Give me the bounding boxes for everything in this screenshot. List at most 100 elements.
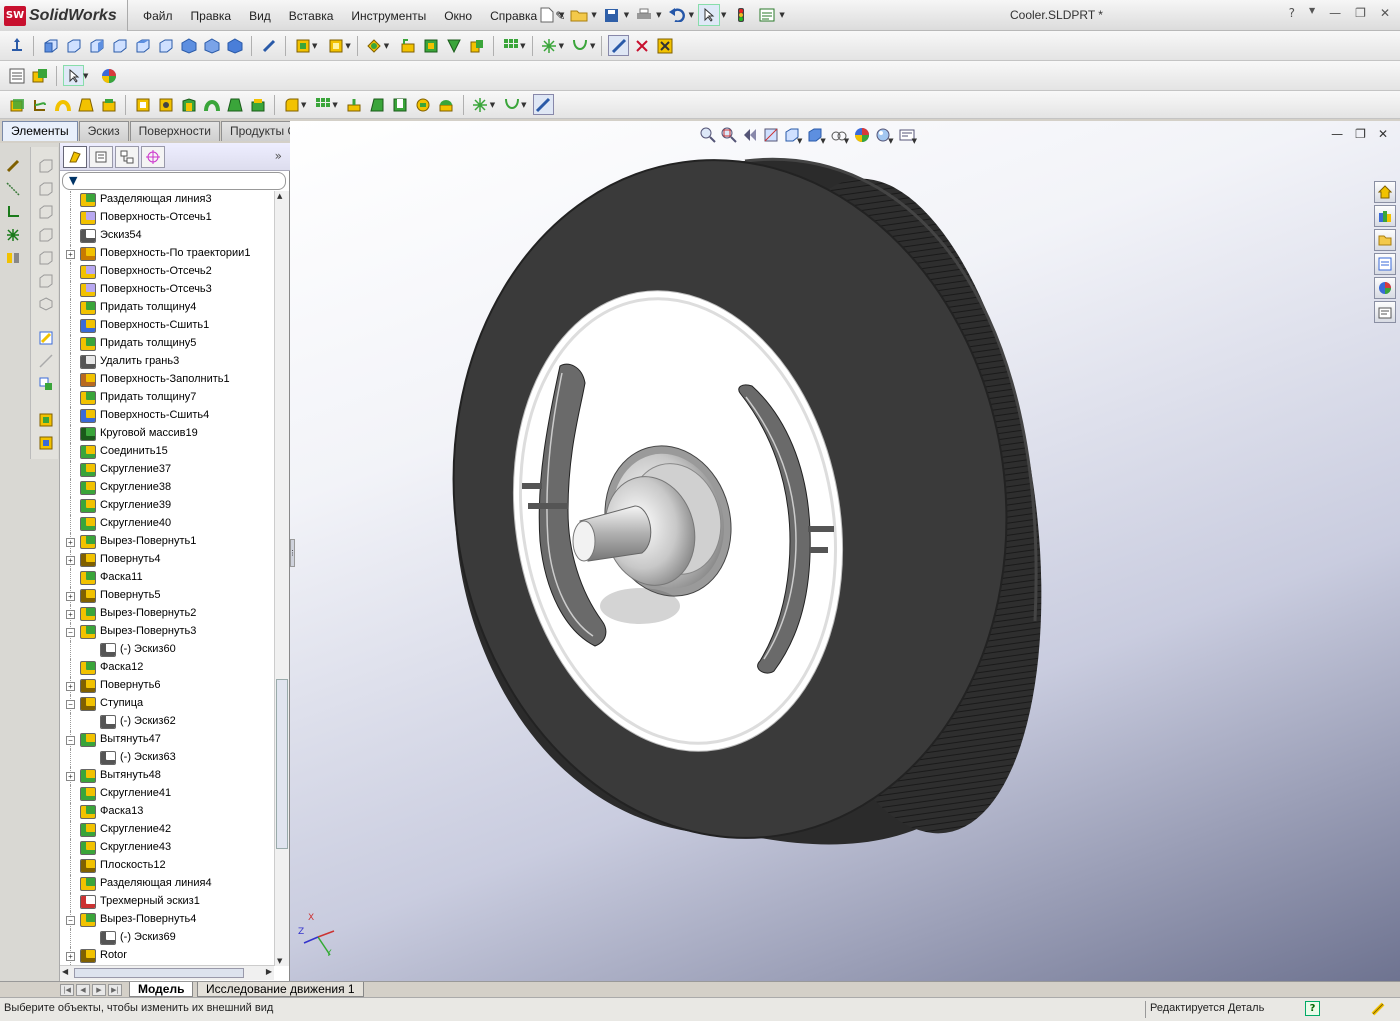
- feature-tree-item[interactable]: (-) Эскиз62: [60, 713, 274, 731]
- extrude-boss-icon[interactable]: [325, 35, 346, 56]
- design-library-icon[interactable]: [1374, 205, 1396, 227]
- feature-tree-item[interactable]: − Вырез-Повернуть4: [60, 911, 274, 929]
- scrollbar-thumb[interactable]: [276, 679, 288, 849]
- lofted-boss-icon[interactable]: [75, 94, 96, 115]
- feature-tree-item[interactable]: Круговой массив19: [60, 425, 274, 443]
- undo-icon[interactable]: [666, 4, 688, 26]
- feature-tree-item[interactable]: (-) Эскиз60: [60, 641, 274, 659]
- feature-tree-item[interactable]: Соединить15: [60, 443, 274, 461]
- feature-tree-item[interactable]: Поверхность-Сшить4: [60, 407, 274, 425]
- tab-features[interactable]: Элементы: [2, 121, 78, 141]
- feature-tree-item[interactable]: Разделяющая линия3: [60, 191, 274, 209]
- wrap-icon[interactable]: [413, 94, 434, 115]
- axis-icon[interactable]: [4, 203, 22, 221]
- tree-expander-icon[interactable]: +: [66, 610, 75, 619]
- view-cube-icon[interactable]: [37, 180, 55, 198]
- tree-filter-input[interactable]: ▼: [62, 172, 286, 190]
- wheel-model-render[interactable]: [290, 121, 1400, 982]
- mate-reference-icon[interactable]: [4, 249, 22, 267]
- open-folder-icon[interactable]: [568, 4, 590, 26]
- tree-expander-icon[interactable]: −: [66, 916, 75, 925]
- first-tab-arrow-icon[interactable]: |◀: [60, 984, 74, 996]
- feature-tree-item[interactable]: (-) Эскиз63: [60, 749, 274, 767]
- revolve-feature-icon[interactable]: [397, 35, 418, 56]
- menu-insert[interactable]: Вставка: [280, 9, 343, 23]
- view-cube-icon[interactable]: [37, 226, 55, 244]
- isometric-view-icon[interactable]: [178, 35, 199, 56]
- tree-expander-icon[interactable]: +: [66, 250, 75, 259]
- feature-tree-item[interactable]: Фаска11: [60, 569, 274, 587]
- sweep-boss-icon[interactable]: [292, 35, 313, 56]
- hole-wizard-icon[interactable]: [155, 94, 176, 115]
- reference-geometry-icon[interactable]: [539, 35, 560, 56]
- graphics-area[interactable]: ⋮ ▼ ▼ ▼ ▼ ▼ — ❐ ✕ X Z Y: [290, 121, 1400, 982]
- feature-tree-item[interactable]: + Повернуть6: [60, 677, 274, 695]
- save-icon[interactable]: [601, 4, 623, 26]
- view-cube-icon[interactable]: [37, 203, 55, 221]
- pattern-icon[interactable]: [500, 35, 521, 56]
- menu-window[interactable]: Окно: [435, 9, 481, 23]
- bottom-view-icon[interactable]: [155, 35, 176, 56]
- line-icon[interactable]: [4, 180, 22, 198]
- lofted-cut-icon[interactable]: [224, 94, 245, 115]
- revolved-boss-icon[interactable]: [29, 94, 50, 115]
- quick-tips-icon[interactable]: ?: [1305, 1001, 1320, 1016]
- feature-tree-tab-icon[interactable]: [63, 145, 87, 168]
- feature-tree-item[interactable]: Придать толщину7: [60, 389, 274, 407]
- feature-tree-item[interactable]: Придать толщину5: [60, 335, 274, 353]
- feature-cut-icon[interactable]: [37, 434, 55, 452]
- feature-tree-item[interactable]: + Вырез-Повернуть2: [60, 605, 274, 623]
- scroll-down-arrow-icon[interactable]: ▼: [277, 957, 282, 965]
- link-views-icon[interactable]: [258, 35, 279, 56]
- prev-tab-arrow-icon[interactable]: ◀: [76, 984, 90, 996]
- scrollbar-thumb[interactable]: [74, 968, 244, 978]
- tab-model[interactable]: Модель: [129, 982, 194, 997]
- left-view-icon[interactable]: [86, 35, 107, 56]
- rebuild-icon[interactable]: [730, 4, 752, 26]
- solidworks-resources-icon[interactable]: [1374, 181, 1396, 203]
- boundary-boss-icon[interactable]: [98, 94, 119, 115]
- feature-tree-item[interactable]: Удалить грань3: [60, 353, 274, 371]
- configuration-manager-tab-icon[interactable]: [115, 145, 139, 168]
- feature-tree-item[interactable]: − Вырез-Повернуть3: [60, 623, 274, 641]
- feature-tree-item[interactable]: + Поверхность-По траектории1: [60, 245, 274, 263]
- feature-tree-item[interactable]: Поверхность-Сшить1: [60, 317, 274, 335]
- appearances-icon[interactable]: [1374, 277, 1396, 299]
- menu-view[interactable]: Вид: [240, 9, 280, 23]
- select-tool-icon[interactable]: [63, 65, 84, 86]
- tree-vertical-scrollbar[interactable]: ▲ ▼: [274, 191, 289, 966]
- feature-tree-item[interactable]: Скругление40: [60, 515, 274, 533]
- dome-icon[interactable]: [436, 94, 457, 115]
- appearance-edit-icon[interactable]: [29, 65, 50, 86]
- select-arrow-icon[interactable]: [697, 4, 720, 26]
- boundary-cut-icon[interactable]: [247, 94, 268, 115]
- scroll-right-arrow-icon[interactable]: ▶: [266, 967, 272, 976]
- feature-tree-item[interactable]: Скругление43: [60, 839, 274, 857]
- feature-tree-item[interactable]: (-) Эскиз69: [60, 929, 274, 947]
- scroll-left-arrow-icon[interactable]: ◀: [62, 967, 68, 976]
- file-explorer-icon[interactable]: [1374, 229, 1396, 251]
- last-tab-arrow-icon[interactable]: ▶|: [108, 984, 122, 996]
- curves-icon[interactable]: [501, 94, 522, 115]
- solidworks-logo[interactable]: SW SolidWorks: [0, 0, 128, 31]
- feature-tree-item[interactable]: + Повернуть4: [60, 551, 274, 569]
- right-view-icon[interactable]: [109, 35, 130, 56]
- reference-geometry-icon[interactable]: [470, 94, 491, 115]
- feature-tree-item[interactable]: Скругление42: [60, 821, 274, 839]
- minimize-button[interactable]: —: [1329, 6, 1341, 20]
- tree-expander-icon[interactable]: +: [66, 682, 75, 691]
- custom-properties-icon[interactable]: [1374, 301, 1396, 323]
- properties-list-icon[interactable]: [6, 65, 27, 86]
- tree-horizontal-scrollbar[interactable]: ◀ ▶: [60, 965, 274, 980]
- feature-tree-item[interactable]: Скругление38: [60, 479, 274, 497]
- relations-icon[interactable]: [37, 375, 55, 393]
- feature-tree-item[interactable]: − Вытянуть47: [60, 731, 274, 749]
- fillet-icon[interactable]: [281, 94, 302, 115]
- feature-tree-item[interactable]: Фаска13: [60, 803, 274, 821]
- tree-expander-icon[interactable]: +: [66, 592, 75, 601]
- feature-tree-item[interactable]: + Вырез-Повернуть1: [60, 533, 274, 551]
- scroll-up-arrow-icon[interactable]: ▲: [277, 192, 282, 200]
- dimxpert-manager-tab-icon[interactable]: [141, 145, 165, 168]
- point-icon[interactable]: [4, 226, 22, 244]
- feature-tree-item[interactable]: + Rotor: [60, 947, 274, 965]
